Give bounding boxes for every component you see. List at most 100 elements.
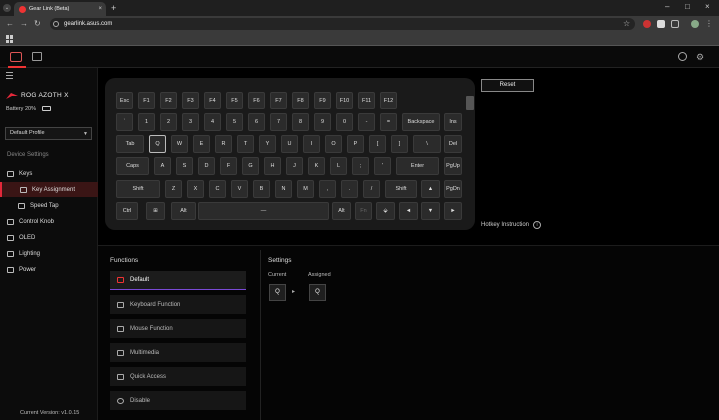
sidebar-item-control-knob[interactable]: Control Knob xyxy=(0,214,98,229)
new-tab-button[interactable]: + xyxy=(111,3,116,13)
key-2-2[interactable]: W xyxy=(171,135,188,153)
sync-icon[interactable] xyxy=(678,52,687,61)
key-3-12[interactable]: Enter xyxy=(396,157,439,175)
store-icon[interactable] xyxy=(32,52,42,61)
maximize-icon[interactable]: □ xyxy=(685,2,690,12)
key-1-8[interactable]: 8 xyxy=(292,113,309,131)
function-quick-access[interactable]: Quick Access xyxy=(110,367,246,386)
forward-icon[interactable]: → xyxy=(20,19,28,29)
sidebar-item-speed-tap[interactable]: Speed Tap xyxy=(0,198,98,213)
info-icon[interactable]: i xyxy=(533,221,541,229)
key-3-11[interactable]: ' xyxy=(374,157,391,175)
key-0-11[interactable]: F11 xyxy=(358,92,375,109)
key-1-13[interactable]: Backspace xyxy=(402,113,440,131)
key-0-4[interactable]: F4 xyxy=(204,92,221,109)
profile-avatar[interactable] xyxy=(691,20,699,28)
key-2-3[interactable]: E xyxy=(193,135,210,153)
key-3-3[interactable]: D xyxy=(198,157,215,175)
extension-icon[interactable] xyxy=(643,20,651,28)
key-0-1[interactable]: F1 xyxy=(138,92,155,109)
profile-select[interactable]: Default Profile xyxy=(5,127,92,140)
key-5-3[interactable]: — xyxy=(198,202,329,220)
key-4-8[interactable]: , xyxy=(319,180,336,198)
key-5-2[interactable]: Alt xyxy=(171,202,196,220)
key-5-4[interactable]: Alt xyxy=(332,202,351,220)
key-0-9[interactable]: F9 xyxy=(314,92,331,109)
hotkey-instruction-link[interactable]: Hotkey Instruction xyxy=(481,222,529,228)
key-5-5[interactable]: Fn xyxy=(355,202,372,220)
key-2-5[interactable]: T xyxy=(237,135,254,153)
key-3-0[interactable]: Caps xyxy=(116,157,149,175)
key-1-5[interactable]: 5 xyxy=(226,113,243,131)
key-1-11[interactable]: - xyxy=(358,113,375,131)
key-2-0[interactable]: Tab xyxy=(116,135,144,153)
device-icon[interactable] xyxy=(10,52,22,62)
key-5-0[interactable]: Ctrl xyxy=(116,202,138,220)
sidebar-item-oled[interactable]: OLED xyxy=(0,230,98,245)
key-3-8[interactable]: K xyxy=(308,157,325,175)
key-1-0[interactable]: ` xyxy=(116,113,133,131)
browser-tab[interactable]: Gear Link (Beta) × xyxy=(14,2,106,16)
function-disable[interactable]: Disable xyxy=(110,391,246,410)
function-mouse[interactable]: Mouse Function xyxy=(110,319,246,338)
site-info-icon[interactable] xyxy=(53,21,59,27)
key-0-0[interactable]: Esc xyxy=(116,92,133,109)
key-1-6[interactable]: 6 xyxy=(248,113,265,131)
key-1-7[interactable]: 7 xyxy=(270,113,287,131)
key-0-7[interactable]: F7 xyxy=(270,92,287,109)
function-default[interactable]: Default xyxy=(110,271,246,290)
bookmark-star-icon[interactable]: ☆ xyxy=(623,18,630,30)
key-1-4[interactable]: 4 xyxy=(204,113,221,131)
key-2-4[interactable]: R xyxy=(215,135,232,153)
tab-close-icon[interactable]: × xyxy=(98,6,102,12)
key-5-7[interactable]: ◄ xyxy=(399,202,418,220)
hamburger-menu-icon[interactable] xyxy=(6,72,13,81)
key-2-7[interactable]: U xyxy=(281,135,298,153)
key-0-8[interactable]: F8 xyxy=(292,92,309,109)
key-3-4[interactable]: F xyxy=(220,157,237,175)
key-4-11[interactable]: Shift xyxy=(385,180,417,198)
key-4-10[interactable]: / xyxy=(363,180,380,198)
extension-icon[interactable] xyxy=(657,20,665,28)
key-0-2[interactable]: F2 xyxy=(160,92,177,109)
close-window-icon[interactable]: × xyxy=(705,2,710,12)
apps-grid-icon[interactable] xyxy=(6,35,14,43)
key-4-3[interactable]: C xyxy=(209,180,226,198)
key-1-12[interactable]: = xyxy=(380,113,397,131)
key-4-2[interactable]: X xyxy=(187,180,204,198)
key-3-9[interactable]: L xyxy=(330,157,347,175)
sidebar-item-power[interactable]: Power xyxy=(0,262,98,277)
key-1-2[interactable]: 2 xyxy=(160,113,177,131)
key-2-14[interactable]: Del xyxy=(444,135,462,153)
key-1-14[interactable]: Ins xyxy=(444,113,462,131)
reset-button[interactable]: Reset xyxy=(481,79,534,92)
key-1-9[interactable]: 9 xyxy=(314,113,331,131)
key-2-12[interactable]: ] xyxy=(391,135,408,153)
key-2-8[interactable]: I xyxy=(303,135,320,153)
key-2-9[interactable]: O xyxy=(325,135,342,153)
sidebar-item-lighting[interactable]: Lighting xyxy=(0,246,98,261)
key-3-10[interactable]: ; xyxy=(352,157,369,175)
minimize-icon[interactable]: – xyxy=(665,2,669,12)
url-field[interactable]: gearlink.asus.com xyxy=(50,18,635,30)
function-keyboard[interactable]: Keyboard Function xyxy=(110,295,246,314)
key-0-12[interactable]: F12 xyxy=(380,92,397,109)
sidebar-item-keys[interactable]: Keys xyxy=(0,166,98,181)
key-0-10[interactable]: F10 xyxy=(336,92,353,109)
key-2-6[interactable]: Y xyxy=(259,135,276,153)
key-4-7[interactable]: M xyxy=(297,180,314,198)
key-5-9[interactable]: ► xyxy=(444,202,462,220)
tab-list-icon[interactable]: ⌄ xyxy=(3,4,11,12)
browser-menu-icon[interactable]: ⋮ xyxy=(705,20,713,28)
reload-icon[interactable]: ↻ xyxy=(34,19,41,29)
key-4-13[interactable]: PgDn xyxy=(444,180,462,198)
key-2-10[interactable]: P xyxy=(347,135,364,153)
back-icon[interactable]: ← xyxy=(6,19,14,29)
key-0-5[interactable]: F5 xyxy=(226,92,243,109)
key-3-2[interactable]: S xyxy=(176,157,193,175)
key-1-3[interactable]: 3 xyxy=(182,113,199,131)
key-4-5[interactable]: B xyxy=(253,180,270,198)
key-5-6[interactable]: ⬙ xyxy=(376,202,395,220)
key-3-13[interactable]: PgUp xyxy=(444,157,462,175)
key-3-5[interactable]: G xyxy=(242,157,259,175)
